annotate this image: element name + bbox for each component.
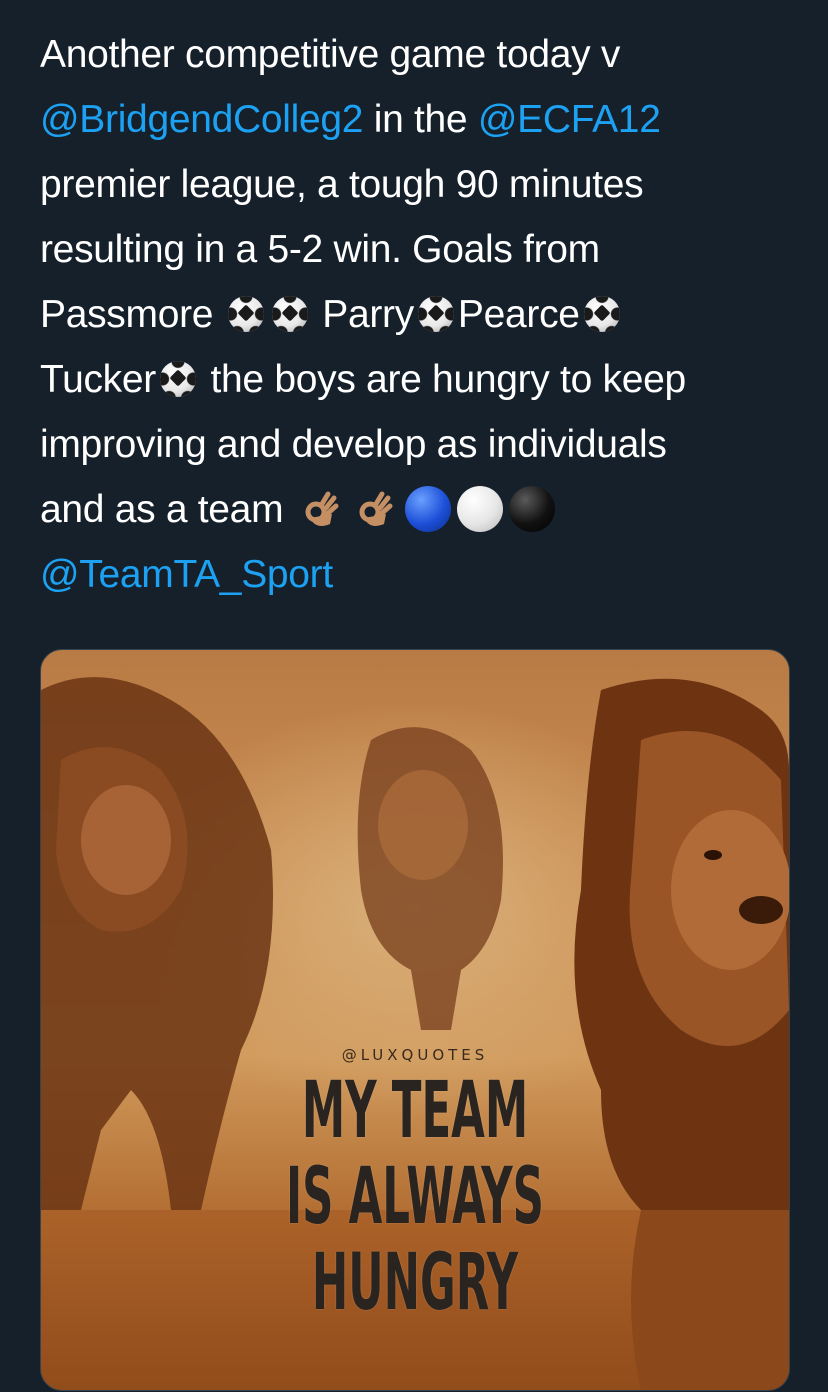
tweet-text-line: Another competitive game today v: [40, 33, 621, 76]
tweet-media-image[interactable]: @LUXQUOTES MY TEAM IS ALWAYS HUNGRY: [40, 649, 790, 1391]
soccer-ball-icon: [159, 361, 196, 397]
soccer-ball-icon: [583, 296, 620, 332]
tweet-text: Another competitive game today v @Bridge…: [40, 22, 800, 607]
quote-line: MY TEAM: [301, 1066, 529, 1156]
black-circle-icon: [508, 486, 555, 532]
scorer-name: Tucker: [40, 358, 156, 401]
quote-line: HUNGRY: [311, 1238, 519, 1328]
mention-link-ecfa12[interactable]: @ECFA12: [478, 98, 661, 141]
scorer-name: Pearce: [457, 293, 580, 336]
ok-hand-icon: [305, 491, 339, 526]
tweet-text-fragment: and as a team: [40, 488, 294, 531]
image-credit: @LUXQUOTES: [341, 1046, 489, 1064]
tweet-text-fragment: the boys are hungry to keep: [199, 358, 686, 401]
white-circle-icon: [456, 486, 503, 532]
ok-hand-icon: [359, 491, 393, 526]
soccer-ball-icon: [271, 296, 308, 332]
soccer-ball-icon: [227, 296, 264, 332]
tweet-text-line: resulting in a 5-2 win. Goals from: [40, 228, 600, 271]
mention-link-bridgend-college[interactable]: @BridgendColleg2: [40, 98, 363, 141]
scorer-name: Parry: [311, 293, 414, 336]
tweet-text-fragment: in the: [363, 98, 478, 141]
tweet-text-line: improving and develop as individuals: [40, 423, 667, 466]
tweet-text-line: premier league, a tough 90 minutes: [40, 163, 644, 206]
scorer-name: Passmore: [40, 293, 224, 336]
mention-link-teamta-sport[interactable]: @TeamTA_Sport: [40, 553, 333, 596]
blue-circle-icon: [404, 486, 451, 532]
soccer-ball-icon: [417, 296, 454, 332]
quote-line: IS ALWAYS: [285, 1152, 544, 1242]
